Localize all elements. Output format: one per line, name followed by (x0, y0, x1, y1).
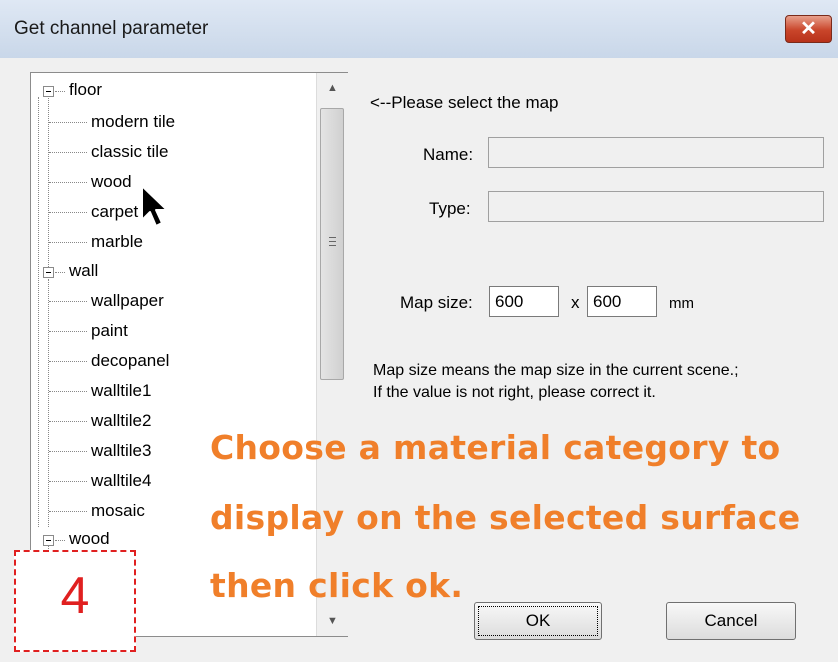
tree-item-mosaic[interactable]: mosaic (91, 501, 145, 521)
tree-connector (49, 122, 87, 123)
tree-connector (49, 182, 87, 183)
tree-item-marble[interactable]: marble (91, 232, 143, 252)
tree-connector (55, 91, 65, 92)
collapse-icon[interactable] (43, 535, 54, 546)
tree-connector (49, 421, 87, 422)
tree-scrollbar[interactable]: ▲ ▼ (316, 73, 348, 636)
ok-button[interactable]: OK (474, 602, 602, 640)
tree-connector (49, 301, 87, 302)
type-label: Type: (429, 199, 471, 218)
tree-item-wood[interactable]: wood (91, 172, 132, 192)
tree-item-paint[interactable]: paint (91, 321, 128, 341)
cancel-button[interactable]: Cancel (666, 602, 796, 640)
grip-line (329, 245, 336, 246)
map-size-label: Map size: (400, 293, 473, 312)
tree-connector (48, 91, 49, 271)
tree-item-decopanel[interactable]: decopanel (91, 351, 169, 371)
tree-connector (49, 451, 87, 452)
step-marker: 4 (14, 550, 136, 652)
tree-item-wallpaper[interactable]: wallpaper (91, 291, 164, 311)
tree-connector (49, 331, 87, 332)
tree-connector (49, 242, 87, 243)
tree-connector (49, 152, 87, 153)
grip-line (329, 241, 336, 242)
window-title: Get channel parameter (14, 18, 209, 39)
grip-line (329, 237, 336, 238)
tree-connector (49, 361, 87, 362)
unit-label: mm (669, 295, 694, 312)
tree-connector (49, 481, 87, 482)
tutorial-caption-line-2: display on the selected surface (210, 498, 801, 537)
collapse-icon[interactable] (43, 86, 54, 97)
tree-item-modern-tile[interactable]: modern tile (91, 112, 175, 132)
tree-connector (49, 511, 87, 512)
type-field (488, 191, 824, 222)
tree-connector (48, 279, 49, 527)
close-button[interactable]: ✕ (785, 15, 832, 43)
map-size-info-line-2: If the value is not right, please correc… (373, 384, 656, 401)
tree-item-walltile1[interactable]: walltile1 (91, 381, 151, 401)
tree-connector (49, 212, 87, 213)
scroll-up-arrow-icon[interactable]: ▲ (317, 73, 348, 103)
scroll-thumb[interactable] (320, 108, 344, 380)
select-map-hint: <--Please select the map (370, 93, 559, 112)
tree-item-walltile3[interactable]: walltile3 (91, 441, 151, 461)
title-bar: Get channel parameter ✕ (0, 0, 838, 59)
tree-item-walltile4[interactable]: walltile4 (91, 471, 151, 491)
map-height-input[interactable] (587, 286, 657, 317)
tree-connector (55, 272, 65, 273)
tree-item-floor[interactable]: floor (69, 80, 102, 100)
tree-item-walltile2[interactable]: walltile2 (91, 411, 151, 431)
tree-connector (38, 97, 39, 527)
tree-connector (49, 391, 87, 392)
tree-item-carpet[interactable]: carpet (91, 202, 138, 222)
map-width-input[interactable] (489, 286, 559, 317)
size-separator: x (571, 293, 580, 312)
tutorial-caption-line-3: then click ok. (210, 566, 464, 605)
ok-button-label: OK (525, 611, 551, 630)
name-field (488, 137, 824, 168)
step-number: 4 (60, 567, 90, 625)
tree-item-wood-group[interactable]: wood (69, 529, 110, 549)
tree-connector (55, 540, 65, 541)
collapse-icon[interactable] (43, 267, 54, 278)
close-icon: ✕ (800, 18, 817, 40)
name-label: Name: (423, 145, 474, 164)
map-size-info-line-1: Map size means the map size in the curre… (373, 362, 739, 379)
tree-item-classic-tile[interactable]: classic tile (91, 142, 168, 162)
cancel-button-label: Cancel (704, 611, 758, 630)
scroll-down-arrow-icon[interactable]: ▼ (317, 606, 348, 636)
mouse-cursor-icon (141, 185, 168, 227)
tutorial-caption-line-1: Choose a material category to (210, 428, 781, 467)
tree-item-wall[interactable]: wall (69, 261, 98, 281)
